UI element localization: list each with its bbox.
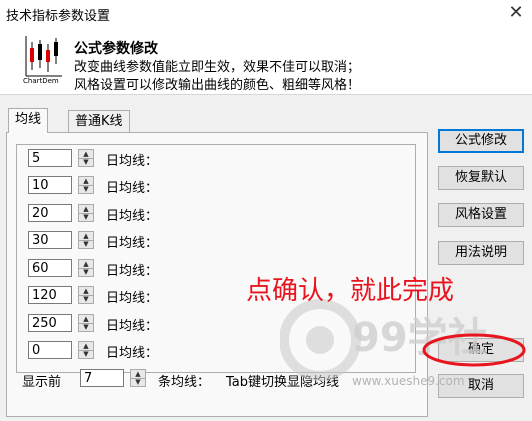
svg-text:ChartDem: ChartDem (23, 77, 59, 84)
header-description-line1: 改变曲线参数值能立即生效，效果不佳可以取消； (74, 60, 361, 75)
param-label: 日均线： (106, 209, 159, 224)
title-bar: 技术指标参数设置 ✕ (0, 0, 532, 26)
watermark-url: www.xueshe9.com (352, 374, 465, 388)
param-input[interactable]: 60 (28, 259, 72, 277)
param-label: 日均线： (106, 346, 159, 361)
formula-edit-button[interactable]: 公式修改 (438, 129, 524, 153)
arrow-down-icon[interactable]: ▼ (79, 185, 93, 193)
param-stepper[interactable]: ▲ ▼ (78, 231, 94, 249)
param-label: 日均线： (106, 181, 159, 196)
param-stepper[interactable]: ▲ ▼ (78, 286, 94, 304)
arrow-down-icon[interactable]: ▼ (79, 323, 93, 331)
param-stepper[interactable]: ▲ ▼ (78, 341, 94, 359)
annotation-text: 点确认，就此完成 (246, 276, 455, 306)
arrow-down-icon[interactable]: ▼ (131, 378, 145, 386)
param-input[interactable]: 120 (28, 286, 72, 304)
close-icon[interactable]: ✕ (500, 0, 532, 26)
header-banner: ChartDem 公式参数修改 改变曲线参数值能立即生效，效果不佳可以取消； 风… (0, 26, 532, 95)
header-title: 公式参数修改 (74, 41, 158, 57)
tab-normal-kline[interactable]: 普通K线 (68, 110, 130, 133)
arrow-down-icon[interactable]: ▼ (79, 295, 93, 303)
tab-moving-average[interactable]: 均线 (8, 108, 49, 133)
display-count-input[interactable]: 7 (80, 369, 124, 387)
window-title: 技术指标参数设置 (6, 9, 111, 24)
arrow-down-icon[interactable]: ▼ (79, 213, 93, 221)
param-label: 日均线： (106, 154, 159, 169)
display-count-stepper[interactable]: ▲ ▼ (130, 369, 146, 387)
arrow-down-icon[interactable]: ▼ (79, 158, 93, 166)
param-input[interactable]: 20 (28, 204, 72, 222)
param-input[interactable]: 5 (28, 149, 72, 167)
arrow-down-icon[interactable]: ▼ (79, 268, 93, 276)
param-stepper[interactable]: ▲ ▼ (78, 204, 94, 222)
tab-label: 普通K线 (75, 114, 123, 129)
arrow-down-icon[interactable]: ▼ (79, 240, 93, 248)
chart-logo-icon: ChartDem (22, 32, 64, 84)
param-stepper[interactable]: ▲ ▼ (78, 176, 94, 194)
param-label: 日均线： (106, 319, 159, 334)
param-stepper[interactable]: ▲ ▼ (78, 149, 94, 167)
display-prefix-label: 显示前 (22, 375, 62, 390)
param-label: 日均线： (106, 291, 159, 306)
param-stepper[interactable]: ▲ ▼ (78, 259, 94, 277)
display-suffix-label: 条均线： (158, 375, 211, 390)
annotation-ellipse (422, 333, 526, 367)
arrow-down-icon[interactable]: ▼ (79, 350, 93, 358)
param-input[interactable]: 250 (28, 314, 72, 332)
param-input[interactable]: 0 (28, 341, 72, 359)
tab-label: 均线 (15, 112, 42, 127)
usage-help-button[interactable]: 用法说明 (438, 241, 524, 265)
param-input[interactable]: 30 (28, 231, 72, 249)
param-stepper[interactable]: ▲ ▼ (78, 314, 94, 332)
param-label: 日均线： (106, 236, 159, 251)
param-input[interactable]: 10 (28, 176, 72, 194)
restore-default-button[interactable]: 恢复默认 (438, 166, 524, 190)
header-description-line2: 风格设置可以修改输出曲线的颜色、粗细等风格！ (74, 78, 361, 93)
style-settings-button[interactable]: 风格设置 (438, 203, 524, 227)
param-label: 日均线： (106, 264, 159, 279)
